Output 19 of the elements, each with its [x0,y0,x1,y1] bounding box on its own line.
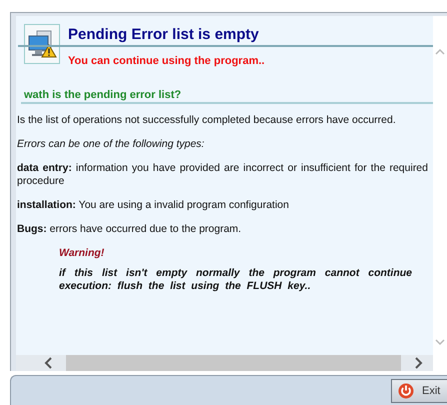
computer-warning-icon [24,24,60,64]
scroll-down-icon[interactable] [435,338,445,346]
paragraph: Is the list of operations not successfully completed because errors have occurred. [17,114,397,127]
exit-button[interactable]: Exit [391,379,447,403]
scroll-up-icon[interactable] [435,48,445,56]
dialog-title: Pending Error list is empty [18,24,433,47]
scroll-left-icon[interactable] [44,357,54,369]
warning-title: Warning! [59,247,106,259]
section-heading: wath is the pending error list? [21,89,433,104]
warning-text: if this list isn't empty normally the program cannot continue execution: flush the list using the FLUSH key.. [59,267,412,293]
horizontal-scrollbar[interactable] [16,355,433,371]
paragraph: Errors can be one of the following types: [17,138,206,151]
scrollbar-thumb[interactable] [66,355,401,371]
status-message: You can continue using the program.. [68,55,266,67]
paragraph: installation: You are using a invalid program configuration [17,199,290,212]
paragraph: data entry: information you have provided are incorrect or insufficient for the required procedure [17,162,428,188]
scroll-right-icon[interactable] [413,357,423,369]
paragraph: Bugs: errors have occurred due to the program. [17,223,242,236]
power-icon [398,383,414,399]
